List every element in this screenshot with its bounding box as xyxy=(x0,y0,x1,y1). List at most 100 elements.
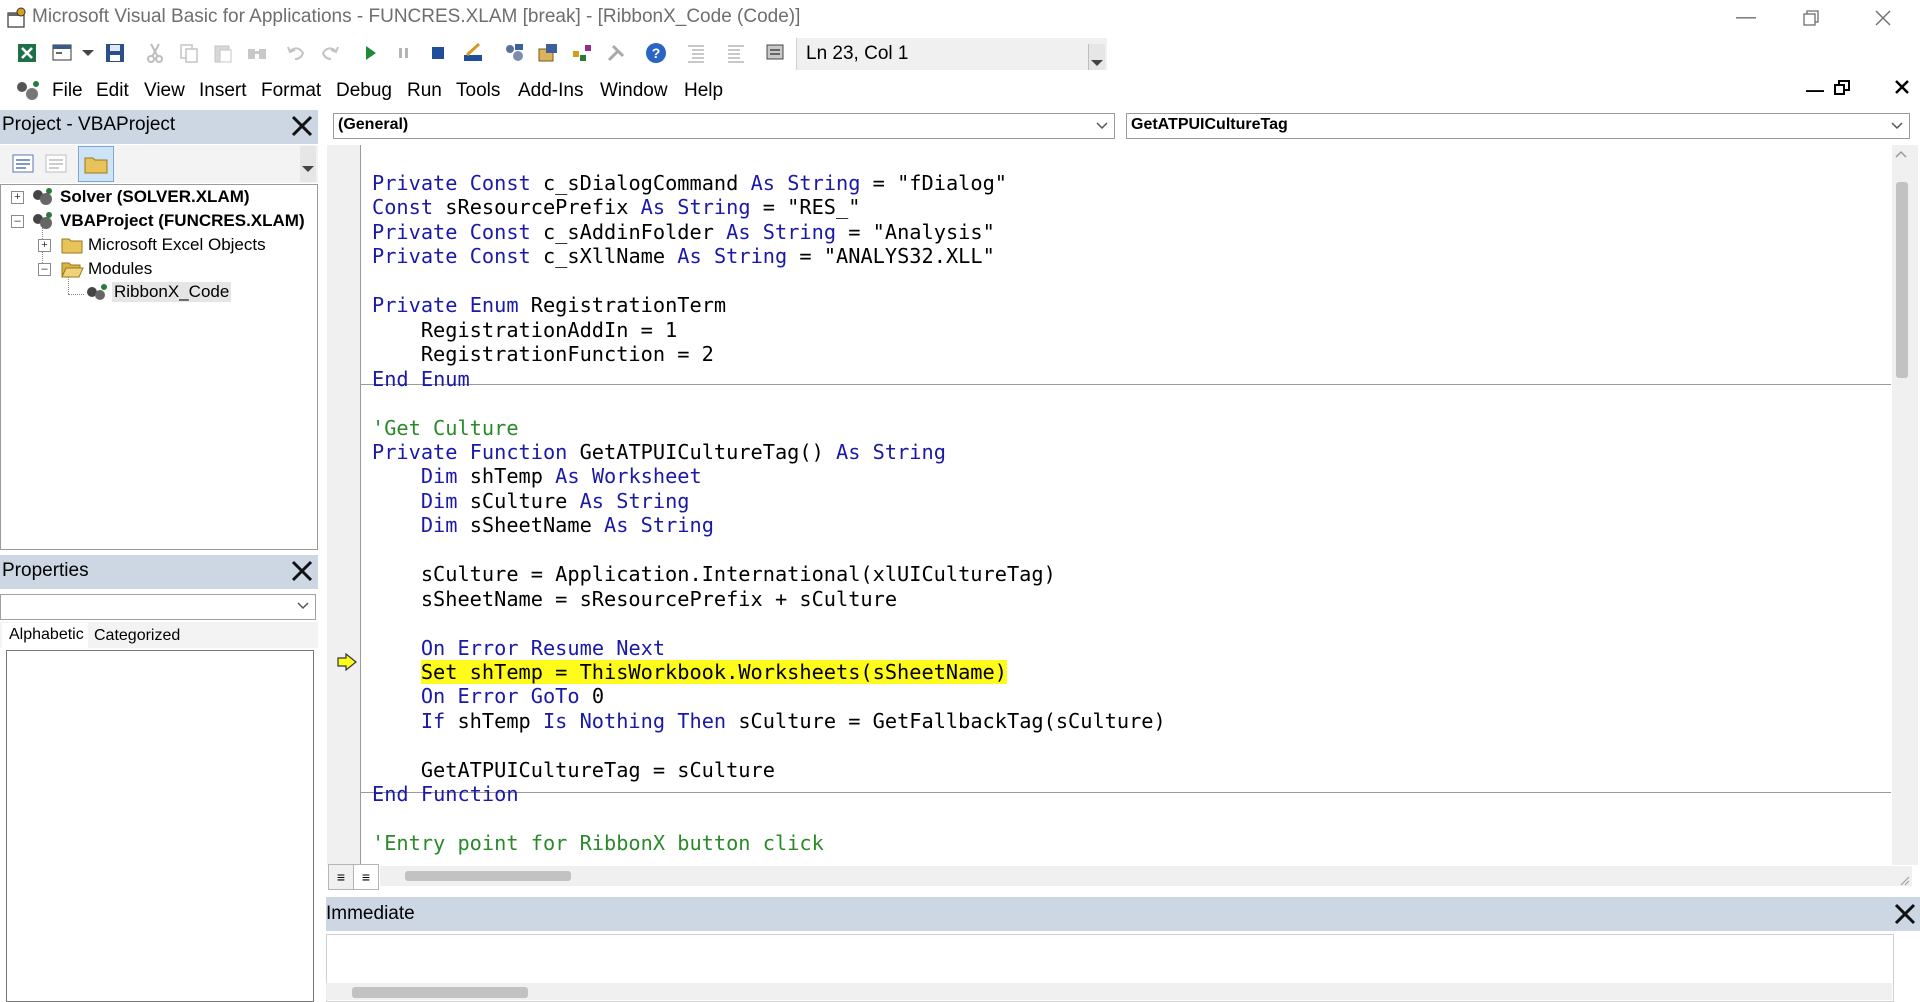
tree-expander[interactable]: + xyxy=(11,191,24,204)
toggle-folders-button[interactable] xyxy=(78,146,114,182)
code-editor[interactable]: Private Const c_sDialogCommand As String… xyxy=(361,145,1891,865)
code-line[interactable]: GetATPUICultureTag = sCulture xyxy=(372,758,775,782)
menu-window[interactable]: Window xyxy=(600,80,668,102)
design-mode-button[interactable] xyxy=(460,40,486,66)
menu-tools[interactable]: Tools xyxy=(456,80,500,102)
paste-button[interactable] xyxy=(210,40,236,66)
code-line[interactable]: sCulture = Application.International(xlU… xyxy=(372,562,1056,586)
indent-button[interactable] xyxy=(683,40,709,66)
scroll-up-arrow[interactable] xyxy=(1894,146,1908,164)
tree-collapser[interactable]: – xyxy=(11,215,24,228)
code-line[interactable]: 'Get Culture xyxy=(372,416,519,440)
code-line[interactable]: Private Const c_sXllName As String = "AN… xyxy=(372,244,995,268)
code-line[interactable]: End Enum xyxy=(372,367,470,391)
mdi-restore-button[interactable] xyxy=(1834,80,1852,98)
menu-insert[interactable]: Insert xyxy=(199,80,247,102)
menu-edit[interactable]: Edit xyxy=(96,80,129,102)
view-object-button[interactable] xyxy=(43,151,69,177)
mdi-minimize-button[interactable]: — xyxy=(1806,80,1824,101)
current-execution-line: Set shTemp = ThisWorkbook.Worksheets(sSh… xyxy=(420,660,1007,684)
properties-list[interactable] xyxy=(6,650,314,1002)
toolbar-overflow-button[interactable] xyxy=(1088,44,1105,70)
restore-button[interactable] xyxy=(1776,0,1846,35)
code-line[interactable]: On Error Resume Next xyxy=(372,636,665,660)
toolbar-options-button[interactable] xyxy=(763,40,789,66)
tab-categorized[interactable]: Categorized xyxy=(88,623,188,649)
minimize-button[interactable]: — xyxy=(1711,0,1781,35)
vba-menu-icon[interactable] xyxy=(12,78,42,104)
copy-button[interactable] xyxy=(176,40,202,66)
run-button[interactable] xyxy=(357,40,383,66)
menu-format[interactable]: Format xyxy=(261,80,321,102)
tree-item-ribbonx-code[interactable]: RibbonX_Code xyxy=(112,282,232,302)
code-line[interactable]: Dim shTemp As Worksheet xyxy=(372,464,702,488)
code-vertical-scroll-thumb[interactable] xyxy=(1896,182,1908,378)
undo-button[interactable] xyxy=(283,40,309,66)
menu-view[interactable]: View xyxy=(144,80,185,102)
code-line[interactable]: Private Enum RegistrationTerm xyxy=(372,293,726,317)
tree-item-vbaproject[interactable]: VBAProject (FUNCRES.XLAM) xyxy=(60,211,305,231)
code-line[interactable]: RegistrationFunction = 2 xyxy=(372,342,714,366)
full-module-view-button[interactable]: ≡ xyxy=(353,864,379,890)
find-button[interactable] xyxy=(244,40,270,66)
menu-file[interactable]: File xyxy=(52,80,83,102)
code-line[interactable]: Private Const c_sAddinFolder As String =… xyxy=(372,220,995,244)
code-line[interactable]: On Error GoTo 0 xyxy=(372,684,604,708)
code-horizontal-scrollbar[interactable] xyxy=(380,866,1912,886)
menu-debug[interactable]: Debug xyxy=(336,80,392,102)
menu-run[interactable]: Run xyxy=(407,80,442,102)
chevron-down-icon xyxy=(297,602,309,610)
properties-pane-close-button[interactable] xyxy=(287,556,317,586)
object-browser-button[interactable] xyxy=(569,40,595,66)
project-toolbar-overflow[interactable] xyxy=(300,146,316,182)
break-button[interactable] xyxy=(391,40,417,66)
properties-window-button[interactable] xyxy=(535,40,561,66)
immediate-horizontal-scroll-thumb[interactable] xyxy=(352,987,528,998)
cut-button[interactable] xyxy=(142,40,168,66)
code-line[interactable]: Private Function GetATPUICultureTag() As… xyxy=(372,440,946,464)
menu-add-ins[interactable]: Add-Ins xyxy=(518,80,583,102)
code-line[interactable]: RegistrationAddIn = 1 xyxy=(372,318,677,342)
insert-dropdown-arrow[interactable] xyxy=(82,50,94,56)
mdi-close-button[interactable] xyxy=(1894,79,1912,97)
view-code-button[interactable] xyxy=(10,151,36,177)
tree-item-modules[interactable]: Modules xyxy=(88,259,152,279)
tree-item-solver[interactable]: Solver (SOLVER.XLAM) xyxy=(60,187,250,207)
tab-alphabetic[interactable]: Alphabetic xyxy=(2,623,88,649)
redo-button[interactable] xyxy=(317,40,343,66)
code-line[interactable]: End Function xyxy=(372,782,519,806)
immediate-horizontal-scrollbar[interactable] xyxy=(326,983,1892,1000)
code-line[interactable]: If shTemp Is Nothing Then sCulture = Get… xyxy=(372,709,1166,733)
tree-item-excel-objects[interactable]: Microsoft Excel Objects xyxy=(88,235,266,255)
code-line[interactable]: Dim sCulture As String xyxy=(372,489,690,513)
toolbox-button[interactable] xyxy=(603,40,629,66)
properties-object-select[interactable] xyxy=(0,594,316,620)
immediate-pane-close-button[interactable] xyxy=(1890,899,1920,929)
code-line[interactable]: Set shTemp = ThisWorkbook.Worksheets(sSh… xyxy=(372,660,1007,684)
procedure-view-button[interactable]: ≡ xyxy=(328,864,354,890)
close-icon xyxy=(1875,10,1891,25)
code-line[interactable]: Const sResourcePrefix As String = "RES_" xyxy=(372,195,860,219)
tree-expander[interactable]: + xyxy=(38,239,51,252)
procedure-view-icon: ≡ xyxy=(336,869,346,885)
code-line[interactable]: Dim sSheetName As String xyxy=(372,513,714,537)
code-horizontal-scroll-thumb[interactable] xyxy=(405,871,571,881)
reset-button[interactable] xyxy=(425,40,451,66)
code-line[interactable]: sSheetName = sResourcePrefix + sCulture xyxy=(372,587,897,611)
code-line[interactable]: Private Const c_sDialogCommand As String… xyxy=(372,171,1007,195)
project-explorer-button[interactable] xyxy=(501,40,527,66)
minimize-icon: — xyxy=(1736,6,1756,28)
menu-help[interactable]: Help xyxy=(684,80,723,102)
help-button[interactable]: ? xyxy=(643,40,669,66)
code-line[interactable]: 'Entry point for RibbonX button click xyxy=(372,831,824,855)
object-combo[interactable]: (General) xyxy=(333,113,1115,139)
close-window-button[interactable] xyxy=(1848,0,1918,35)
procedure-combo[interactable]: GetATPUICultureTag xyxy=(1126,113,1910,139)
view-excel-button[interactable] xyxy=(14,40,40,66)
save-button[interactable] xyxy=(102,40,128,66)
indicator-margin[interactable] xyxy=(327,145,361,865)
insert-userform-button[interactable] xyxy=(50,40,76,66)
project-pane-close-button[interactable] xyxy=(287,111,317,141)
tree-collapser[interactable]: – xyxy=(38,263,51,276)
outdent-button[interactable] xyxy=(723,40,749,66)
